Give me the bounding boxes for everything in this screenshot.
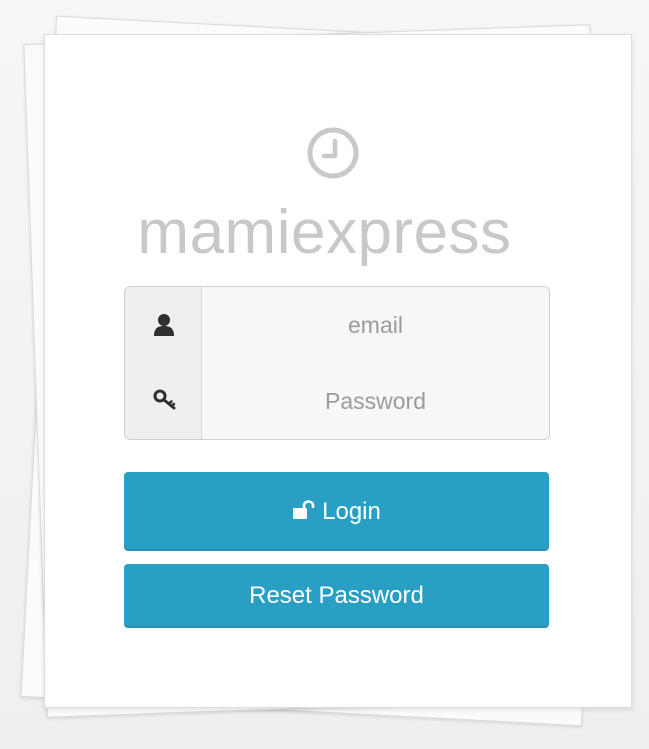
email-row [125, 287, 549, 364]
clock-icon [307, 127, 359, 179]
login-button[interactable]: Login [124, 472, 549, 551]
reset-password-button[interactable]: Reset Password [124, 564, 549, 628]
login-button-label: Login [322, 498, 381, 525]
email-field[interactable] [202, 287, 549, 363]
unlock-icon [293, 499, 315, 519]
login-form [124, 286, 550, 440]
user-icon [154, 314, 174, 336]
password-field[interactable] [202, 363, 549, 439]
page-background: mamiexpress L [0, 0, 649, 749]
reset-password-label: Reset Password [249, 582, 424, 609]
password-addon [125, 363, 202, 439]
key-icon [153, 389, 176, 410]
email-addon [125, 287, 202, 363]
brand-name: mamiexpress [137, 198, 512, 267]
password-row [125, 363, 549, 439]
